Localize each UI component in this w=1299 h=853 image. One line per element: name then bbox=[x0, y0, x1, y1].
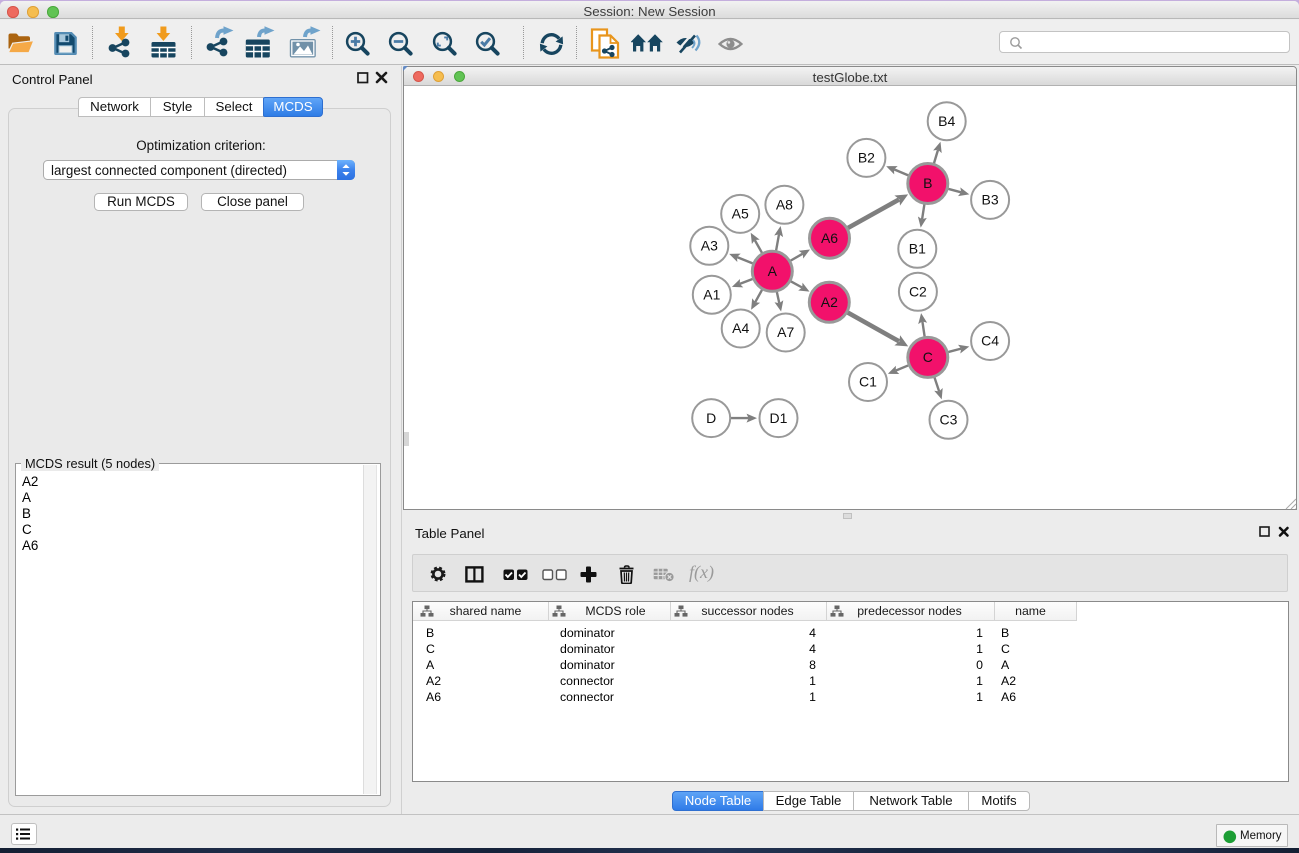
svg-text:C1: C1 bbox=[859, 374, 877, 390]
svg-text:B3: B3 bbox=[982, 192, 999, 208]
svg-text:B: B bbox=[923, 175, 932, 191]
svg-text:A1: A1 bbox=[703, 286, 720, 302]
svg-text:C: C bbox=[923, 349, 933, 365]
svg-text:D1: D1 bbox=[770, 410, 788, 426]
svg-text:C4: C4 bbox=[981, 333, 999, 349]
svg-text:A6: A6 bbox=[821, 230, 838, 246]
svg-text:B2: B2 bbox=[858, 150, 875, 166]
svg-text:A2: A2 bbox=[821, 294, 838, 310]
svg-text:A5: A5 bbox=[732, 206, 749, 222]
svg-text:A8: A8 bbox=[776, 197, 793, 213]
svg-text:D: D bbox=[706, 410, 716, 426]
svg-text:A4: A4 bbox=[732, 320, 749, 336]
svg-text:C2: C2 bbox=[909, 284, 927, 300]
svg-text:B4: B4 bbox=[938, 113, 955, 129]
svg-text:B1: B1 bbox=[909, 241, 926, 257]
svg-text:A: A bbox=[768, 263, 778, 279]
svg-text:A3: A3 bbox=[701, 238, 718, 254]
svg-text:A7: A7 bbox=[777, 324, 794, 340]
svg-text:C3: C3 bbox=[940, 412, 958, 428]
